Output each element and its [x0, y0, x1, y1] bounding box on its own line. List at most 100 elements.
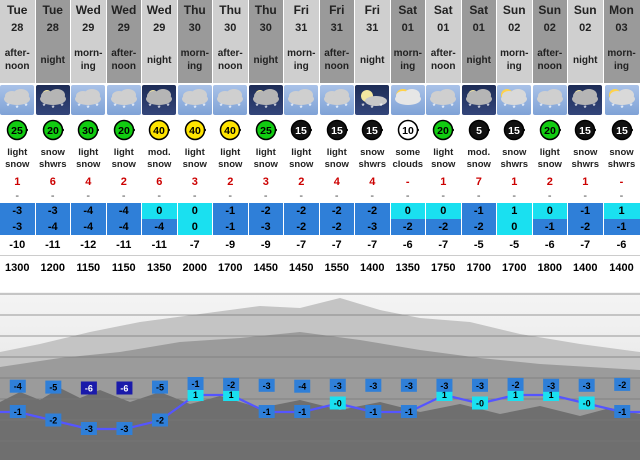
upper-temp-label: -5	[49, 383, 57, 393]
freezing-level-cell: 1550	[320, 256, 355, 280]
svg-text:*: *	[16, 104, 19, 113]
night-snow-icon: * * *	[568, 85, 603, 115]
snow-cell: 4	[320, 175, 355, 189]
freezing-level-cell: 1700	[462, 256, 497, 280]
wind-chill-cell: -6	[533, 235, 568, 255]
date-cell: 28	[35, 20, 71, 37]
min-temp-cell: -2	[284, 219, 320, 235]
wind-chill-cell: -9	[213, 235, 249, 255]
wind-speed: 15	[616, 125, 628, 137]
rain-cell: -	[619, 190, 624, 202]
freezing-level-cell: 1300	[0, 256, 36, 280]
day-cell: Sun	[532, 0, 568, 20]
time-cell: night	[461, 37, 497, 83]
wind-speed: 5	[476, 125, 482, 137]
wind-cell: 15	[568, 117, 604, 143]
summary-row: light snow snow shwrs light snow light snow…	[0, 143, 640, 175]
freezing-level-cell: 1800	[533, 256, 568, 280]
wind-chill-cell: -6	[391, 235, 426, 255]
temperature-label: -3	[85, 424, 93, 434]
upper-temp-label: -6	[120, 384, 128, 394]
wind-cell: 15	[355, 117, 391, 143]
summary-cell: mod. snow	[462, 143, 497, 175]
summary-cell: snow shwrs	[497, 143, 533, 175]
wind-direction-icon: 15	[575, 119, 597, 141]
snow-cloud-icon: * * *	[284, 85, 319, 115]
svg-text:*: *	[326, 102, 329, 111]
rain-cell: -	[391, 189, 426, 203]
max-temp-cell: -3	[35, 203, 71, 219]
max-temp-cell: 0	[390, 203, 426, 219]
snow-cell: 3	[249, 175, 284, 189]
wind-speed: 40	[224, 125, 236, 137]
rain-cell: -	[71, 189, 107, 203]
weather-icon-cell: * * *	[568, 83, 604, 117]
summary-cell: some clouds	[391, 143, 426, 175]
wind-speed: 20	[437, 125, 449, 137]
snow-cell: 7	[462, 175, 497, 189]
day-cell: Sat	[390, 0, 426, 20]
max-temp-cell: -2	[248, 203, 284, 219]
freezing-level-cell: 1700	[213, 256, 249, 280]
snow-cell: 1	[426, 175, 462, 189]
svg-text:*: *	[611, 102, 614, 111]
svg-text:*: *	[7, 102, 10, 111]
max-temp-cell: 1	[603, 203, 640, 219]
date-cell: 01	[390, 20, 426, 37]
freezing-level-cell: 1150	[71, 256, 107, 280]
rain-cell: -	[213, 189, 249, 203]
day-cell: Thu	[177, 0, 213, 20]
min-temp-cell: -2	[426, 219, 462, 235]
svg-text:*: *	[113, 102, 116, 111]
temperature-label: -2	[49, 416, 57, 426]
freezing-level-cell: 2000	[178, 256, 213, 280]
freezing-level-cell: 1350	[391, 256, 426, 280]
rain-cell: -	[249, 189, 284, 203]
date-cell: 30	[177, 20, 213, 37]
rain-cell: -	[320, 189, 355, 203]
day-cell: Sun	[497, 0, 533, 20]
min-temp-cell: 0	[177, 219, 213, 235]
temperature-label: 1	[229, 390, 234, 400]
weather-icon-cell: * * *	[35, 83, 71, 117]
time-cell: after-noon	[319, 37, 355, 83]
wind-direction-icon: 25	[7, 119, 29, 141]
snow-cell: 2	[107, 175, 142, 189]
time-cell: morn-ing	[177, 37, 213, 83]
day-cell: Sat	[461, 0, 497, 20]
wind-direction-icon: 15	[611, 119, 633, 141]
summary-cell: light snow	[426, 143, 462, 175]
wind-chill-cell: -5	[497, 235, 533, 255]
svg-text:*: *	[202, 102, 205, 111]
weather-icon-cell: * * *	[603, 83, 640, 117]
rain-cell: -	[497, 189, 533, 203]
time-cell: after-noon	[0, 37, 36, 83]
weather-icon-cell: * * *	[213, 83, 249, 117]
min-temp-cell: -4	[71, 219, 107, 235]
max-temp-cell: 0	[142, 203, 178, 219]
summary-cell: light snow	[249, 143, 284, 175]
wind-cell: 15	[284, 117, 320, 143]
wind-cell: 15	[604, 117, 640, 143]
svg-text:*: *	[309, 102, 312, 111]
temperature-label: -1	[263, 407, 271, 417]
freezing-level-cell: 1700	[497, 256, 533, 280]
wind-cell: 5	[462, 117, 497, 143]
freezing-level-cell: 1450	[284, 256, 320, 280]
wind-row: 25 20 30 20 40 40 40 25 15 15 15 10 20 5 15 20 15 15	[0, 117, 640, 143]
upper-temp-label: -6	[85, 384, 93, 394]
date-cell: 29	[142, 20, 178, 37]
wind-direction-icon: 15	[362, 119, 384, 141]
summary-cell: snow shwrs	[36, 143, 71, 175]
date-cell: 28	[0, 20, 36, 37]
freezing-level-cell: 1400	[568, 256, 604, 280]
day-cell: Thu	[213, 0, 249, 20]
rain-cell: -	[355, 189, 391, 203]
svg-text:*: *	[504, 102, 507, 111]
summary-cell: snow shwrs	[607, 147, 636, 170]
rain-cell: -	[284, 189, 320, 203]
date-cell: 31	[284, 20, 320, 37]
wind-direction-icon: 20	[433, 119, 455, 141]
summary-cell: mod. snow	[142, 143, 178, 175]
wind-chill-cell: -7	[320, 235, 355, 255]
